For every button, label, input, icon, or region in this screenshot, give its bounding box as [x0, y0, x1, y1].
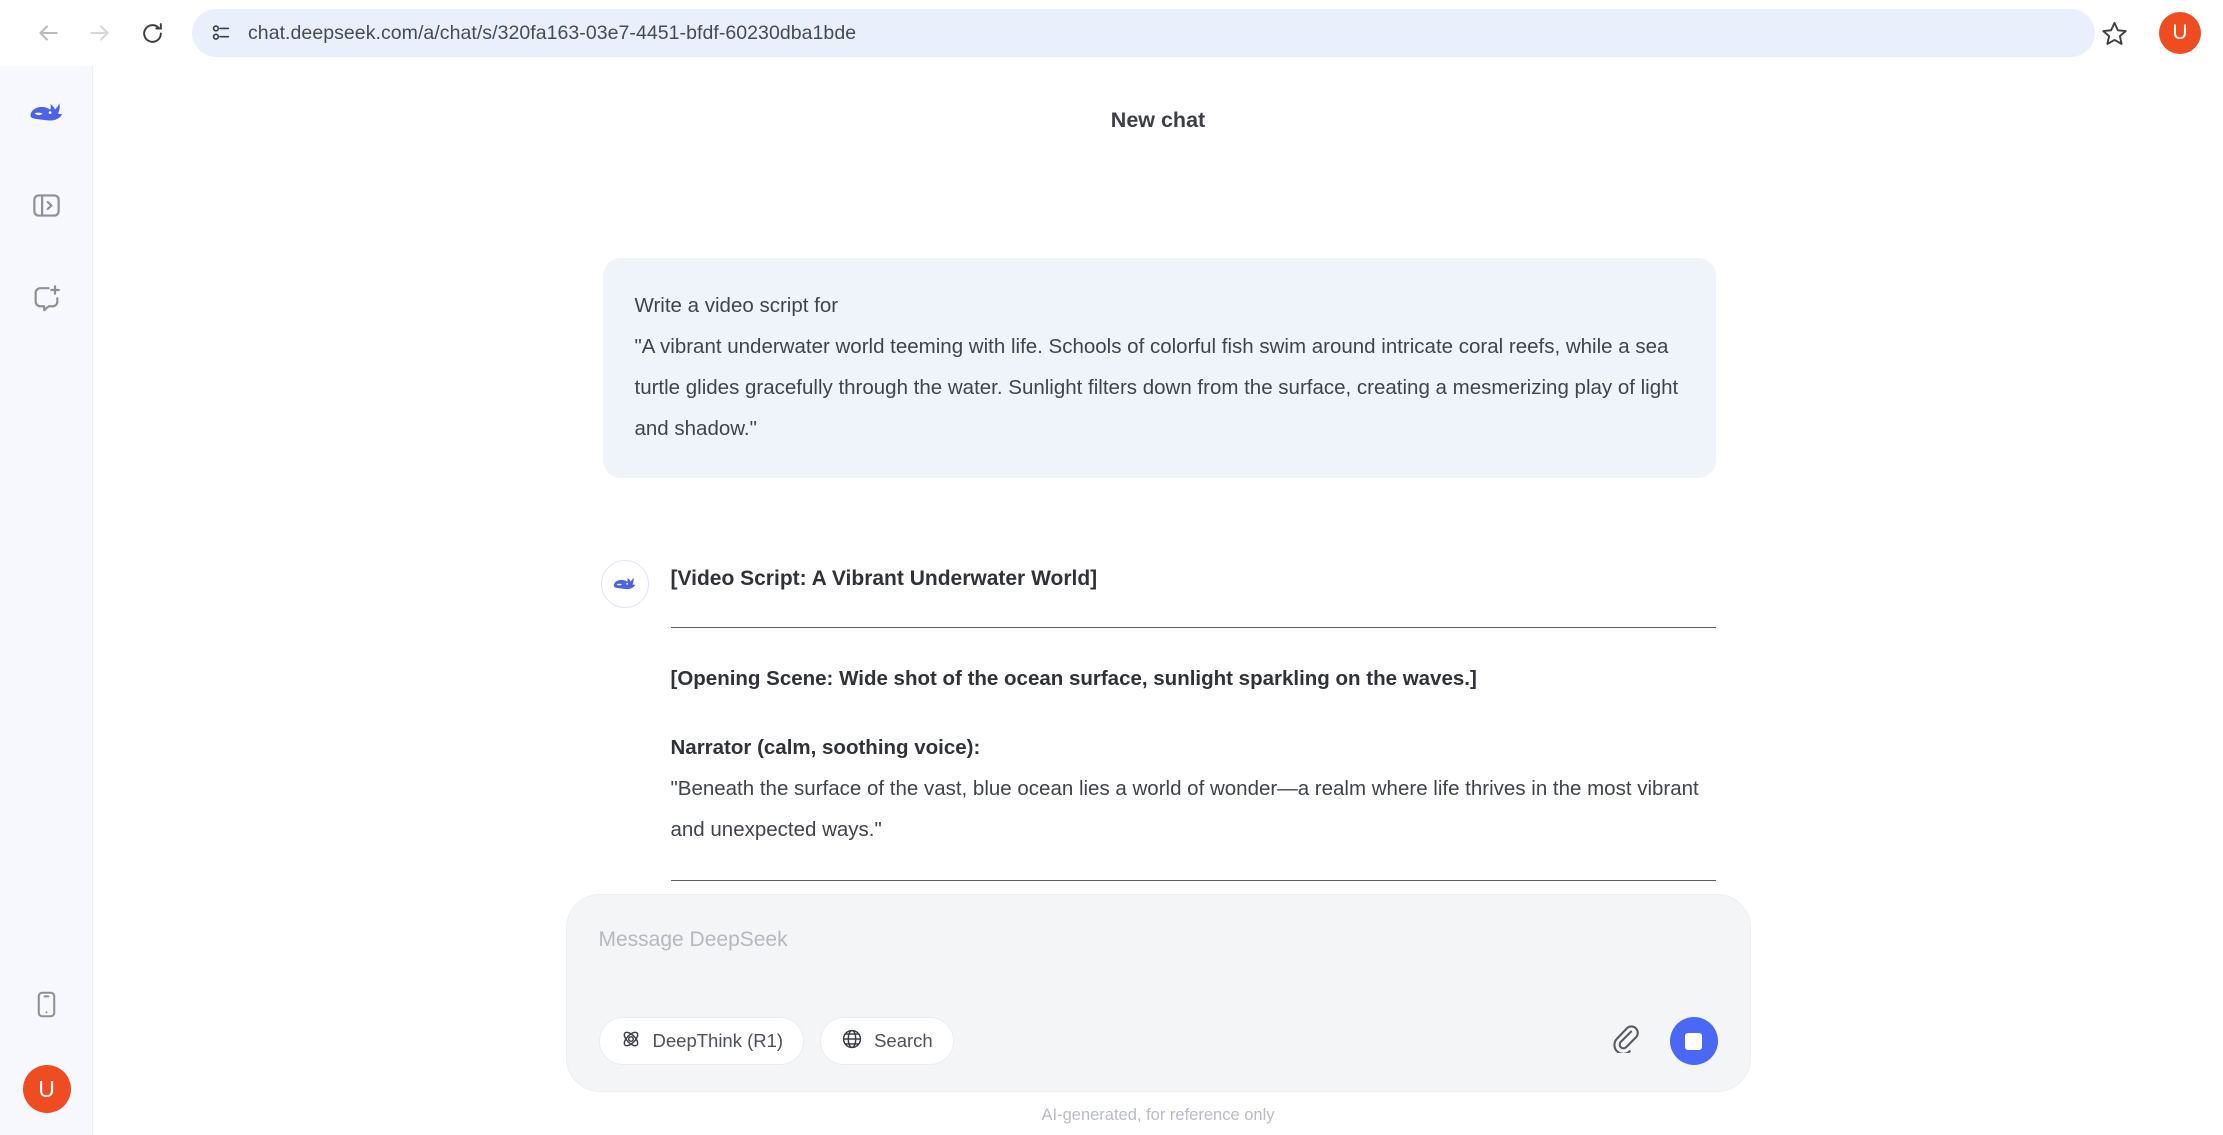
browser-profile-avatar[interactable]: U: [2159, 12, 2201, 54]
deepseek-whale-logo-icon[interactable]: [22, 88, 72, 138]
assistant-paragraph: Narrator (calm, soothing voice):: [671, 727, 1716, 768]
divider: [671, 880, 1716, 881]
deepseek-app: U New chat Write a video script for "A v…: [0, 66, 2223, 1135]
assistant-paragraph: "Beneath the surface of the vast, blue o…: [671, 768, 1716, 850]
main-content: New chat Write a video script for "A vib…: [93, 66, 2223, 1135]
sidebar-item-new-chat[interactable]: [22, 272, 72, 322]
paperclip-icon: [1611, 1024, 1640, 1058]
forward-button[interactable]: [74, 7, 126, 59]
composer-area: Message DeepSeek DeepThink (R1): [93, 894, 2223, 1135]
search-label: Search: [874, 1030, 933, 1052]
page-settings-icon[interactable]: [208, 20, 234, 46]
reload-button[interactable]: [126, 7, 178, 59]
search-toggle-button[interactable]: Search: [820, 1017, 954, 1065]
user-message-line: Write a video script for: [635, 285, 1684, 326]
back-button[interactable]: [22, 7, 74, 59]
message-composer[interactable]: Message DeepSeek DeepThink (R1): [566, 894, 1751, 1092]
sidebar-item-expand-sidebar[interactable]: [22, 180, 72, 230]
sidebar: U: [0, 66, 93, 1135]
deepthink-label: DeepThink (R1): [653, 1030, 784, 1052]
sidebar-item-mobile-app[interactable]: [22, 979, 72, 1029]
url-text: chat.deepseek.com/a/chat/s/320fa163-03e7…: [248, 22, 2079, 45]
sidebar-user-avatar[interactable]: U: [23, 1065, 71, 1113]
deepthink-atom-icon: [620, 1028, 642, 1055]
user-message-line: "A vibrant underwater world teeming with…: [635, 326, 1684, 449]
divider: [671, 627, 1716, 628]
assistant-paragraph: [Opening Scene: Wide shot of the ocean s…: [671, 658, 1716, 699]
user-message-row: Write a video script for "A vibrant unde…: [601, 258, 1716, 478]
ai-disclaimer: AI-generated, for reference only: [93, 1106, 2223, 1125]
chat-thread: Write a video script for "A vibrant unde…: [93, 166, 2223, 986]
browser-toolbar: chat.deepseek.com/a/chat/s/320fa163-03e7…: [0, 0, 2223, 66]
page-title: New chat: [93, 108, 2223, 133]
stop-generating-button[interactable]: [1670, 1017, 1718, 1065]
deepthink-toggle-button[interactable]: DeepThink (R1): [599, 1017, 805, 1065]
assistant-heading: [Video Script: A Vibrant Underwater Worl…: [671, 561, 1716, 597]
deepseek-whale-avatar-icon: [601, 560, 649, 608]
attach-file-button[interactable]: [1604, 1019, 1648, 1063]
message-input-placeholder[interactable]: Message DeepSeek: [599, 925, 1718, 955]
bookmark-star-icon[interactable]: [2095, 14, 2133, 52]
stop-square-icon: [1685, 1033, 1702, 1050]
globe-icon: [841, 1028, 863, 1055]
user-message-bubble[interactable]: Write a video script for "A vibrant unde…: [603, 258, 1716, 478]
address-bar[interactable]: chat.deepseek.com/a/chat/s/320fa163-03e7…: [192, 9, 2095, 57]
